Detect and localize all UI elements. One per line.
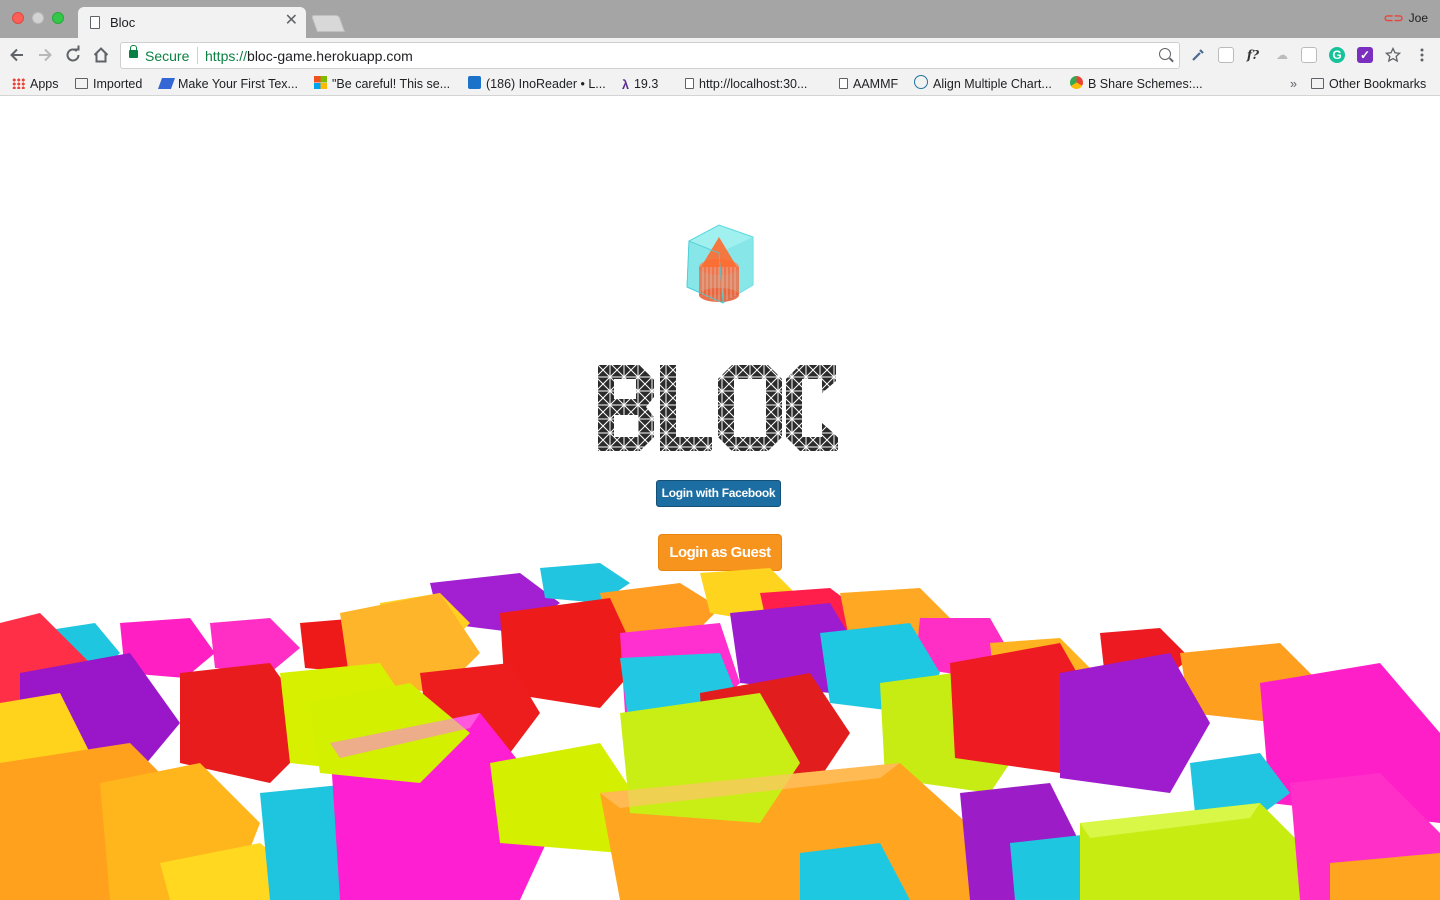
bookmark-make-your-first[interactable]: Make Your First Tex... [157,75,298,93]
bookmark-inoreader[interactable]: (186) InoReader • L... [468,75,606,93]
page-icon [839,78,848,89]
bookmark-label: AAMMF [853,77,899,91]
security-label: Secure [145,48,190,64]
bookmark-label: Make Your First Tex... [178,77,298,91]
bookmark-label: Apps [30,77,59,91]
url-protocol: https:// [205,48,248,64]
kebab-menu-icon[interactable] [1414,47,1430,63]
bookmark-aammf[interactable]: AAMMF [839,75,898,93]
grammarly-icon[interactable]: G [1329,47,1345,63]
bookmark-label: 19.3 [633,77,659,91]
url-host: bloc-game.herokuapp.com [247,48,413,64]
profile-icon: ⊂⊃ [1383,11,1404,25]
bookmark-label: Other Bookmarks [1329,77,1427,91]
folder-icon [1311,78,1324,89]
arrow-left-icon [10,48,23,62]
forward-button[interactable] [34,44,56,66]
microsoft-icon [314,76,327,89]
page-icon [90,16,100,29]
bloc-wordmark-logo [598,365,838,451]
star-button[interactable] [1384,46,1402,63]
bookmark-apps[interactable]: Apps [12,75,59,93]
bookmark-label: Align Multiple Chart... [933,77,1052,91]
new-tab-button[interactable] [310,15,346,32]
doc-extension-icon[interactable] [1301,47,1317,63]
folder-icon [75,78,88,89]
omnibox-separator [197,47,198,64]
search-icon[interactable] [1159,48,1171,60]
bookmark-be-careful[interactable]: "Be careful! This se... [314,75,450,93]
colorful-cubes-illustration [0,563,1440,900]
bookmark-label: "Be careful! This se... [332,77,451,91]
home-button[interactable] [90,44,112,66]
lambda-icon: λ [622,78,629,92]
bookmark-imported[interactable]: Imported [75,75,142,93]
tab-bloc[interactable]: Bloc ✕ [78,7,306,38]
tab-title: Bloc [110,15,136,30]
cloud-extension-icon[interactable]: ☁ [1274,47,1290,63]
address-bar[interactable]: Secure https://bloc-game.herokuapp.com [120,42,1180,69]
lock-icon [129,45,138,58]
wordpress-icon [914,75,928,89]
page-content: Login with Facebook Login as Guest [0,97,1440,900]
browser-toolbar: Secure https://bloc-game.herokuapp.com f… [0,38,1440,72]
apps-grid-icon [12,78,25,89]
arrow-right-icon [39,48,52,62]
calendar-extension-icon[interactable] [1218,47,1234,63]
profile-button[interactable]: ⊂⊃ Joe [1384,11,1428,25]
back-button[interactable] [6,44,28,66]
bookmark-label: http://localhost:30... [699,77,808,91]
star-icon [1384,46,1402,63]
home-icon [93,47,109,63]
bookmark-19-3[interactable]: λ 19.3 [622,75,658,93]
font-extension-icon[interactable]: f? [1245,47,1261,63]
close-tab-icon[interactable]: ✕ [285,12,298,30]
bookmarks-overflow-button[interactable]: » [1290,75,1297,93]
inoreader-icon [468,76,481,89]
bookmark-localhost[interactable]: http://localhost:30... [685,75,807,93]
reload-button[interactable] [62,44,84,66]
page-icon [685,78,694,89]
maximize-window-button[interactable] [52,12,64,24]
other-bookmarks[interactable]: Other Bookmarks [1311,75,1426,93]
close-window-button[interactable] [12,12,24,24]
url-text[interactable]: https://bloc-game.herokuapp.com [205,48,413,64]
bookmark-label: Imported [93,77,143,91]
bookmark-b-share[interactable]: B Share Schemes:... [1070,75,1203,93]
profile-name: Joe [1408,11,1428,25]
eyedropper-icon[interactable] [1190,47,1206,63]
bookmark-label: B Share Schemes:... [1088,77,1203,91]
checkbox-extension-icon[interactable]: ✓ [1357,47,1373,63]
tab-bar: Bloc ✕ ⊂⊃ Joe [0,0,1440,38]
cube-logo-icon [686,224,754,304]
reload-icon [66,45,80,62]
chrome-icon [1070,76,1083,89]
layers-icon [157,78,176,89]
bookmark-align-multiple[interactable]: Align Multiple Chart... [914,75,1052,93]
login-facebook-button[interactable]: Login with Facebook [656,480,781,507]
bookmarks-bar: Apps Imported Make Your First Tex... "Be… [0,72,1440,96]
bookmark-label: (186) InoReader • L... [486,77,606,91]
minimize-window-button[interactable] [32,12,44,24]
